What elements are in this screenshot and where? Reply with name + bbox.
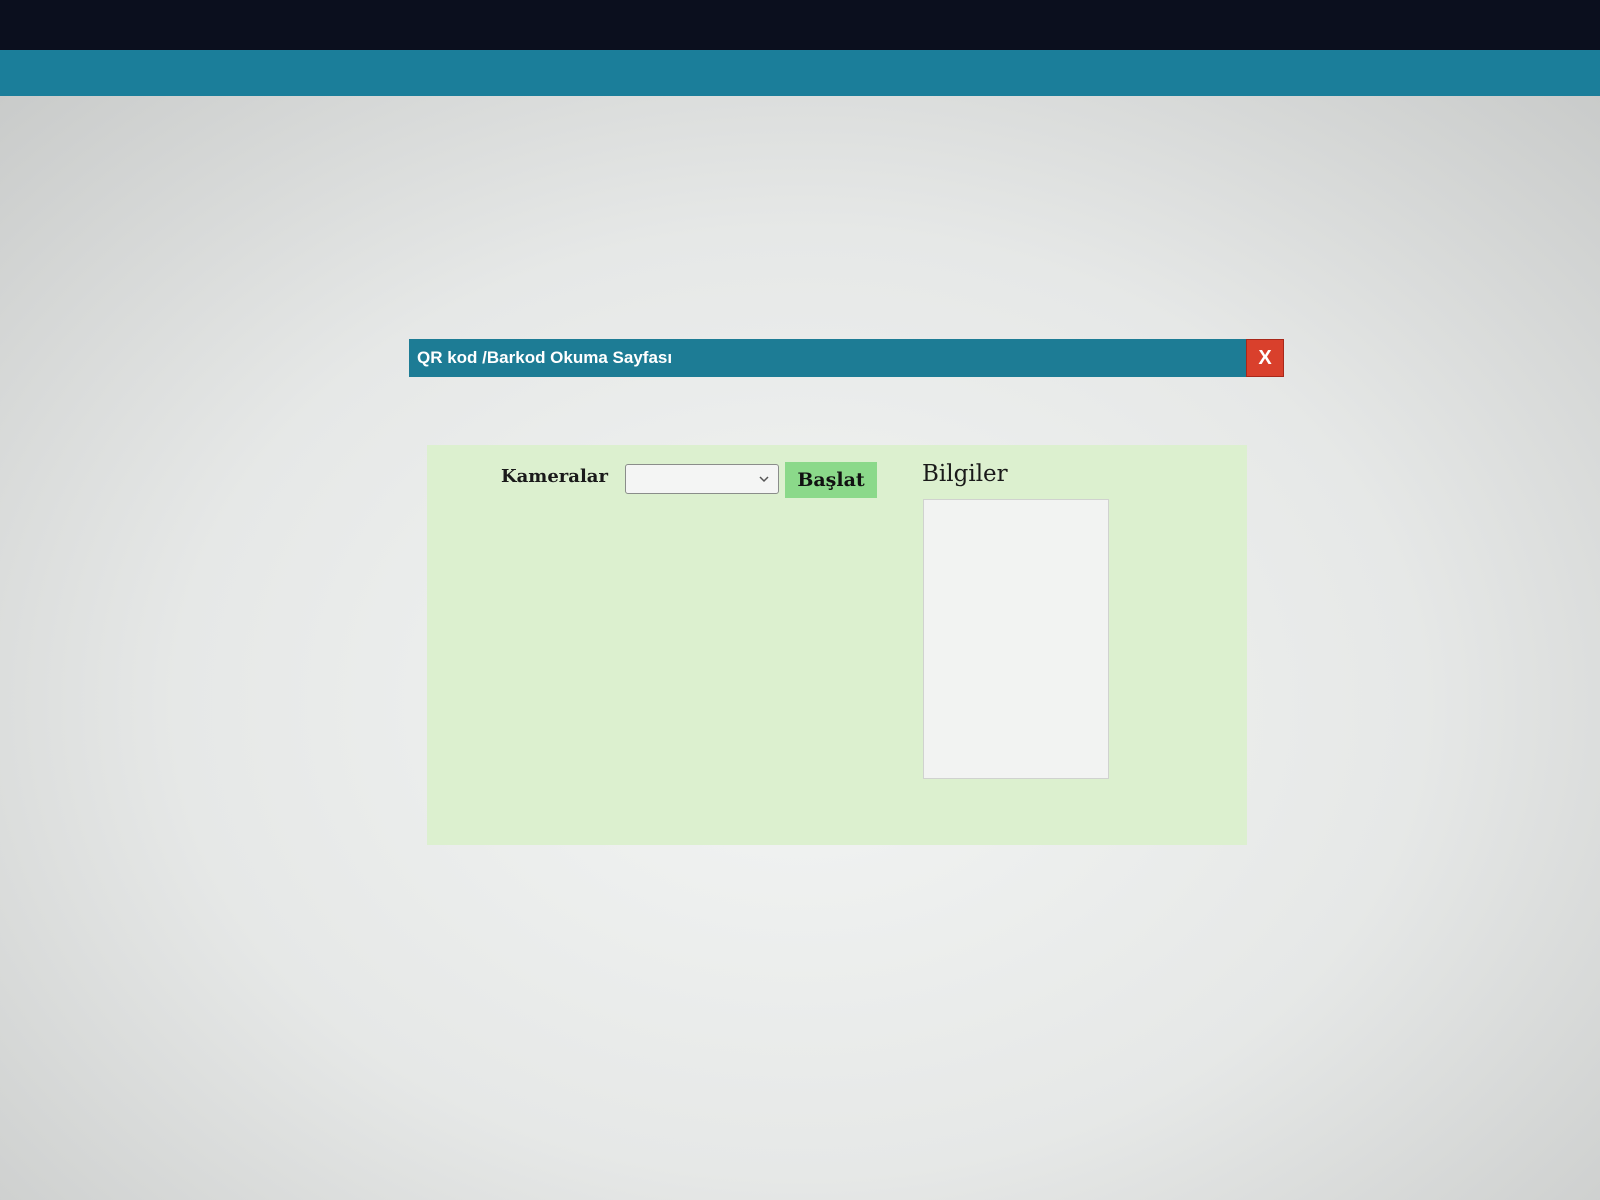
close-button[interactable]: X <box>1246 339 1284 377</box>
cameras-label: Kameralar <box>501 466 608 487</box>
qr-reader-dialog: QR kod /Barkod Okuma Sayfası X Kameralar… <box>409 339 1284 849</box>
info-title: Bilgiler <box>922 461 1008 487</box>
scanner-panel: Kameralar Başlat Bilgiler <box>427 445 1247 845</box>
page-header-band <box>0 50 1600 98</box>
dialog-title: QR kod /Barkod Okuma Sayfası <box>417 348 673 367</box>
chevron-down-icon <box>759 476 769 483</box>
camera-select[interactable] <box>625 464 779 494</box>
info-textarea[interactable] <box>923 499 1109 779</box>
dialog-titlebar: QR kod /Barkod Okuma Sayfası X <box>409 339 1284 377</box>
start-button[interactable]: Başlat <box>785 462 877 498</box>
